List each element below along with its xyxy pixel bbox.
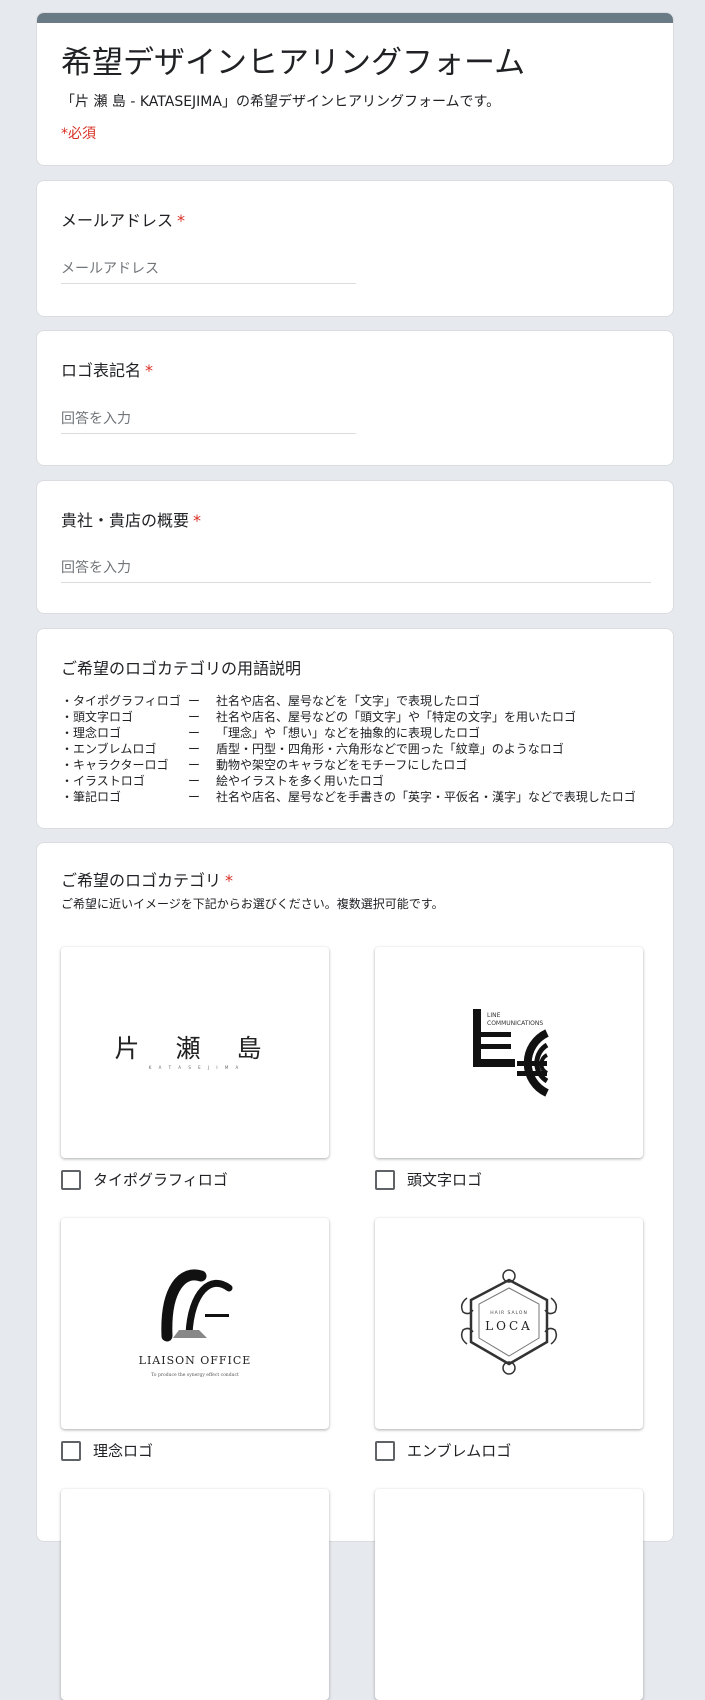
typography-logo-text: 片 瀬 島 (115, 1034, 276, 1063)
glossary-item: ・キャラクターロゴー動物や架空のキャラなどをモチーフにしたロゴ (61, 758, 468, 772)
logo-name-input[interactable] (61, 411, 356, 434)
option-checkbox[interactable] (375, 1440, 395, 1461)
glossary-item: ・タイポグラフィロゴー社名や店名、屋号などを「文字」で表現したロゴ (61, 694, 481, 708)
option-label: 理念ロゴ (93, 1442, 154, 1460)
concept-logo-image: LIAISON OFFICE To produce the synergy ef… (139, 1269, 252, 1378)
option-label: 頭文字ロゴ (407, 1171, 483, 1189)
typography-logo-image: 片 瀬 島 K A T A S E J I M A (115, 1034, 276, 1070)
option-checkbox[interactable] (375, 1169, 395, 1190)
required-star: * (177, 211, 186, 230)
email-input[interactable] (61, 261, 356, 284)
required-star: * (225, 871, 234, 890)
question-overview-title: 貴社・貴店の概要 * (61, 507, 201, 531)
option-label: タイポグラフィロゴ (93, 1171, 228, 1189)
header-accent-bar (37, 13, 673, 23)
logo-sample-emblem: HAIR SALON LOCA (375, 1218, 643, 1429)
form-description: 「片 瀬 島 - KATASEJIMA」の希望デザインヒアリングフォームです。 (61, 94, 501, 110)
overview-input[interactable] (61, 560, 651, 583)
glossary-item: ・エンブレムロゴー盾型・円型・四角形・六角形などで囲った「紋章」のようなロゴ (61, 742, 564, 756)
option-initial-logo[interactable]: 頭文字ロゴ (375, 1169, 482, 1190)
question-logo-name-label: ロゴ表記名 (61, 361, 142, 380)
required-note: *必須 (61, 126, 96, 142)
glossary-item: ・頭文字ロゴー社名や店名、屋号などの「頭文字」や「特定の文字」を用いたロゴ (61, 710, 577, 724)
option-checkbox[interactable] (61, 1169, 81, 1190)
option-typography-logo[interactable]: タイポグラフィロゴ (61, 1169, 228, 1190)
option-concept-logo[interactable]: 理念ロゴ (61, 1440, 153, 1461)
question-email-label: メールアドレス (61, 211, 174, 230)
question-overview-label: 貴社・貴店の概要 (61, 511, 190, 530)
logo-sample-tile (61, 1489, 329, 1700)
emblem-logo-subtext: HAIR SALON (490, 1310, 528, 1316)
form-header-card: 希望デザインヒアリングフォーム 「片 瀬 島 - KATASEJIMA」の希望デ… (36, 12, 674, 166)
concept-logo-subtext: To produce the synergy effect conduct (151, 1372, 239, 1378)
question-overview-card: 貴社・貴店の概要 * (36, 480, 674, 614)
question-email-title: メールアドレス * (61, 207, 185, 231)
question-category-help: ご希望に近いイメージを下記からお選びください。複数選択可能です。 (61, 897, 444, 911)
logo-sample-concept: LIAISON OFFICE To produce the synergy ef… (61, 1218, 329, 1429)
question-category-title: ご希望のロゴカテゴリ * (61, 867, 233, 891)
emblem-logo-text: LOCA (485, 1319, 533, 1333)
emblem-logo-image: HAIR SALON LOCA (460, 1269, 558, 1375)
form-title: 希望デザインヒアリングフォーム (61, 45, 526, 81)
question-category-label: ご希望のロゴカテゴリ (61, 871, 222, 890)
glossary-item: ・筆記ロゴー社名や店名、屋号などを手書きの「英字・平仮名・漢字」などで表現したロ… (61, 790, 636, 804)
glossary-card: ご希望のロゴカテゴリの用語説明 ・タイポグラフィロゴー社名や店名、屋号などを「文… (36, 628, 674, 829)
question-email-card: メールアドレス * (36, 180, 674, 317)
typography-logo-subtext: K A T A S E J I M A (149, 1065, 242, 1070)
initial-logo-subtext: COMMUNICATIONS (487, 1020, 543, 1027)
required-star: * (145, 361, 154, 380)
question-logo-name-title: ロゴ表記名 * (61, 357, 153, 381)
logo-sample-tile (375, 1489, 643, 1700)
option-emblem-logo[interactable]: エンブレムロゴ (375, 1440, 511, 1461)
glossary-item: ・理念ロゴー「理念」や「想い」などを抽象的に表現したロゴ (61, 726, 481, 740)
glossary-title: ご希望のロゴカテゴリの用語説明 (61, 659, 302, 678)
question-category-card: ご希望のロゴカテゴリ * ご希望に近いイメージを下記からお選びください。複数選択可… (36, 842, 674, 1700)
concept-logo-text: LIAISON OFFICE (139, 1354, 252, 1367)
required-star: * (193, 511, 202, 530)
glossary-list: ・タイポグラフィロゴー社名や店名、屋号などを「文字」で表現したロゴ ・頭文字ロゴ… (61, 693, 636, 805)
initial-logo-text: LINE (487, 1012, 501, 1019)
glossary-item: ・イラストロゴー絵やイラストを多く用いたロゴ (61, 774, 384, 788)
option-label: エンブレムロゴ (407, 1442, 512, 1460)
initial-logo-image: LINE COMMUNICATIONS (473, 1009, 549, 1097)
logo-sample-initial: LINE COMMUNICATIONS (375, 947, 643, 1158)
logo-sample-typography: 片 瀬 島 K A T A S E J I M A (61, 947, 329, 1158)
question-logo-name-card: ロゴ表記名 * (36, 330, 674, 466)
option-checkbox[interactable] (61, 1440, 81, 1461)
